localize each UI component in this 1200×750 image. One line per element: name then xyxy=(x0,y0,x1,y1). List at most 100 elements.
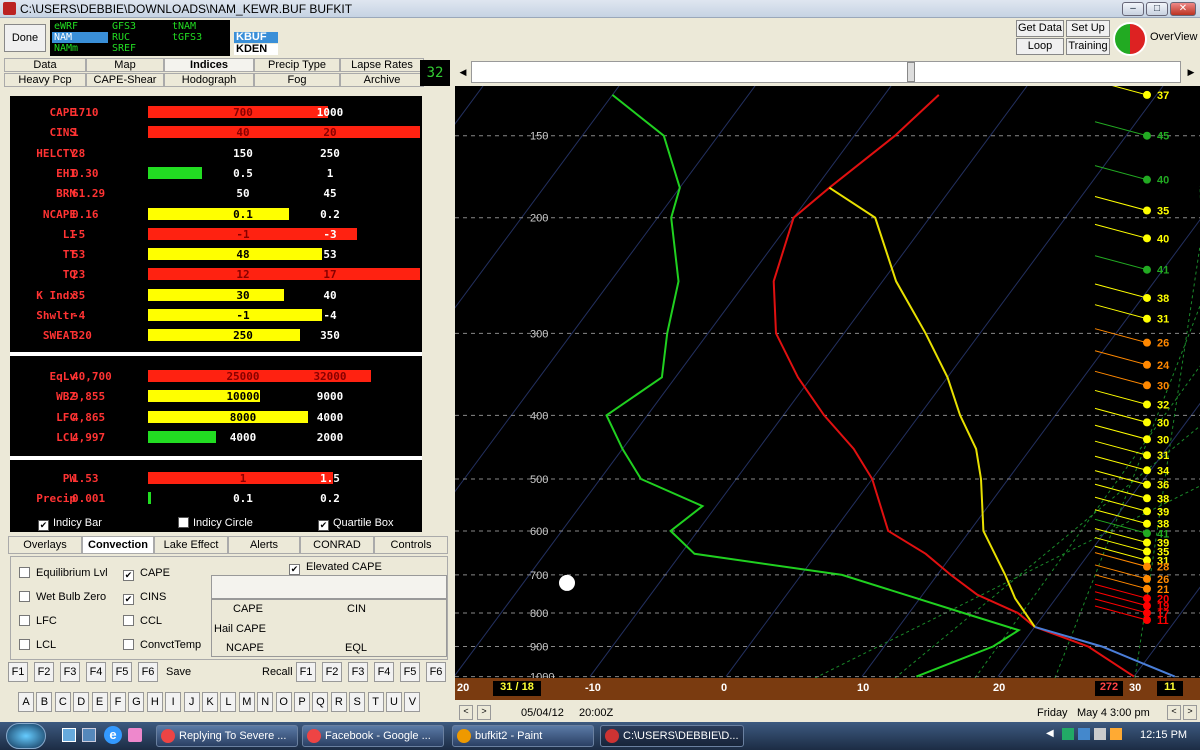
letter-key-p[interactable]: P xyxy=(294,692,310,712)
minimize-button[interactable]: – xyxy=(1122,2,1144,16)
option-ccl[interactable]: CCL xyxy=(123,615,162,627)
bottom-tab-lake-effect[interactable]: Lake Effect xyxy=(154,536,228,554)
station-option-kden[interactable]: KDEN xyxy=(234,44,278,55)
taskbar-item[interactable]: bufkit2 - Paint xyxy=(452,725,594,747)
letter-key-o[interactable]: O xyxy=(275,692,292,712)
model-option-ruc[interactable]: RUC xyxy=(110,32,132,43)
fkey-save-f4[interactable]: F4 xyxy=(86,662,106,682)
start-button-icon[interactable] xyxy=(6,723,46,749)
model-option-gfs3[interactable]: GFS3 xyxy=(110,21,138,32)
model-option-ewrf[interactable]: eWRF xyxy=(52,21,80,32)
letter-key-c[interactable]: C xyxy=(54,692,71,712)
prev-time-icon[interactable]: < xyxy=(459,705,473,720)
training-button[interactable]: Training xyxy=(1066,38,1110,55)
checkbox[interactable]: ✔ xyxy=(123,570,134,581)
letter-key-a[interactable]: A xyxy=(18,692,34,712)
model-option-sref[interactable]: SREF xyxy=(110,43,138,54)
letter-key-n[interactable]: N xyxy=(257,692,274,712)
option-elevated-cape[interactable]: ✔ Elevated CAPE xyxy=(289,561,382,575)
letter-key-j[interactable]: J xyxy=(183,692,200,712)
bottom-tab-convection[interactable]: Convection xyxy=(82,536,154,554)
tab-lapse-rates[interactable]: Lapse Rates xyxy=(340,58,424,72)
fkey-save-f2[interactable]: F2 xyxy=(34,662,54,682)
bottom-tab-alerts[interactable]: Alerts xyxy=(228,536,300,554)
tab-indices[interactable]: Indices xyxy=(164,58,254,72)
scroll-thumb[interactable] xyxy=(907,62,915,82)
done-button[interactable]: Done xyxy=(4,24,46,52)
option-convcttemp[interactable]: ConvctTemp xyxy=(123,639,201,651)
letter-key-d[interactable]: D xyxy=(73,692,90,712)
fkey-save-f3[interactable]: F3 xyxy=(60,662,80,682)
show-desktop-icon[interactable] xyxy=(62,728,76,742)
fkey-save-f6[interactable]: F6 xyxy=(138,662,158,682)
letter-key-b[interactable]: B xyxy=(36,692,53,712)
next-time-icon[interactable]: > xyxy=(477,705,491,720)
letter-key-m[interactable]: M xyxy=(238,692,255,712)
get-data-button[interactable]: Get Data xyxy=(1016,20,1064,37)
fkey-save-f5[interactable]: F5 xyxy=(112,662,132,682)
maximize-button[interactable]: □ xyxy=(1146,2,1168,16)
option-equilibrium-lvl[interactable]: Equilibrium Lvl xyxy=(19,567,108,579)
explorer-icon[interactable] xyxy=(82,728,96,742)
tab-fog[interactable]: Fog xyxy=(254,73,340,87)
checkbox[interactable] xyxy=(19,639,30,650)
indicy-option-quartile-box[interactable]: ✔ Quartile Box xyxy=(318,517,394,531)
internet-explorer-icon[interactable]: e xyxy=(104,726,122,744)
letter-key-l[interactable]: L xyxy=(220,692,237,712)
indicy-option-indicy-circle[interactable]: Indicy Circle xyxy=(178,517,253,529)
checkbox[interactable] xyxy=(19,567,30,578)
taskbar-item[interactable]: C:\USERS\DEBBIE\D... xyxy=(600,725,744,747)
tab-precip-type[interactable]: Precip Type xyxy=(254,58,340,72)
model-option-tgfs3[interactable]: tGFS3 xyxy=(170,32,204,43)
clock[interactable]: 12:15 PM xyxy=(1140,729,1187,741)
checkbox[interactable] xyxy=(19,615,30,626)
scroll-track[interactable] xyxy=(471,61,1181,83)
checkbox[interactable] xyxy=(178,517,189,528)
tab-cape-shear[interactable]: CAPE-Shear xyxy=(86,73,164,87)
letter-key-q[interactable]: Q xyxy=(312,692,329,712)
checkbox[interactable]: ✔ xyxy=(318,520,329,531)
model-option-tnam[interactable]: tNAM xyxy=(170,21,198,32)
letter-key-f[interactable]: F xyxy=(110,692,126,712)
tab-data[interactable]: Data xyxy=(4,58,86,72)
status-left-icon[interactable]: < xyxy=(1167,705,1181,720)
overview-label[interactable]: OverView xyxy=(1150,31,1197,43)
taskbar-item[interactable]: Replying To Severe ... xyxy=(156,725,298,747)
fkey-save-f1[interactable]: F1 xyxy=(8,662,28,682)
skew-t-chart[interactable]: 150 200 300 400 500 600 700 800 900 1000 37 45 40 35 4… xyxy=(455,86,1200,678)
option-lfc[interactable]: LFC xyxy=(19,615,57,627)
model-option-nam[interactable]: NAM xyxy=(52,32,108,43)
checkbox[interactable] xyxy=(123,615,134,626)
bottom-tab-conrad[interactable]: CONRAD xyxy=(300,536,374,554)
bottom-tab-overlays[interactable]: Overlays xyxy=(8,536,82,554)
checkbox[interactable]: ✔ xyxy=(38,520,49,531)
checkbox[interactable]: ✔ xyxy=(289,564,300,575)
letter-key-v[interactable]: V xyxy=(404,692,421,712)
scroll-left-icon[interactable]: ◀ xyxy=(457,62,469,82)
checkbox[interactable] xyxy=(123,639,134,650)
indicy-option-indicy-bar[interactable]: ✔ Indicy Bar xyxy=(38,517,102,531)
option-cins[interactable]: ✔ CINS xyxy=(123,591,166,605)
station-option-kbuf[interactable]: KBUF xyxy=(234,32,278,43)
tab-archive[interactable]: Archive xyxy=(340,73,424,87)
fkey-recall-f5[interactable]: F5 xyxy=(400,662,420,682)
fkey-recall-f6[interactable]: F6 xyxy=(426,662,446,682)
fkey-recall-f2[interactable]: F2 xyxy=(322,662,342,682)
letter-key-k[interactable]: K xyxy=(202,692,218,712)
time-scrollbar[interactable]: ◀ ▶ xyxy=(455,58,1200,86)
option-lcl[interactable]: LCL xyxy=(19,639,56,651)
option-wet-bulb-zero[interactable]: Wet Bulb Zero xyxy=(19,591,106,603)
bottom-tab-controls[interactable]: Controls xyxy=(374,536,448,554)
tab-map[interactable]: Map xyxy=(86,58,164,72)
fkey-recall-f1[interactable]: F1 xyxy=(296,662,316,682)
letter-key-h[interactable]: H xyxy=(146,692,163,712)
letter-key-u[interactable]: U xyxy=(386,692,402,712)
tab-heavy-pcp[interactable]: Heavy Pcp xyxy=(4,73,86,87)
checkbox[interactable] xyxy=(19,591,30,602)
letter-key-t[interactable]: T xyxy=(367,692,384,712)
model-option-namm[interactable]: NAMm xyxy=(52,43,80,54)
letter-key-e[interactable]: E xyxy=(91,692,108,712)
taskbar-item[interactable]: Facebook - Google ... xyxy=(302,725,444,747)
status-right-icon[interactable]: > xyxy=(1183,705,1197,720)
close-button[interactable]: ✕ xyxy=(1170,2,1196,16)
